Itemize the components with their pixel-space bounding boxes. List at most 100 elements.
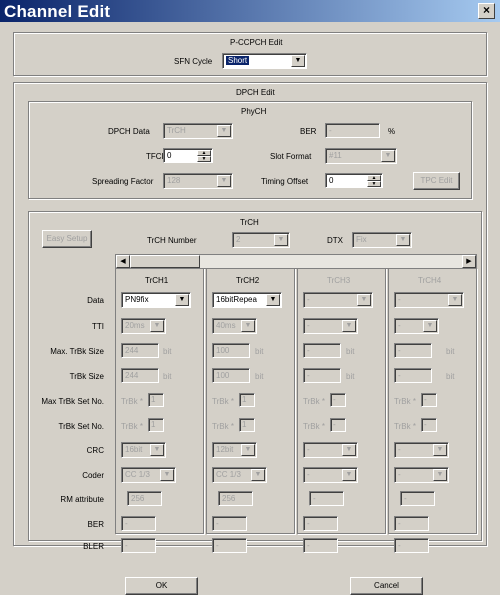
chevron-down-icon[interactable]: ▼ xyxy=(217,175,231,187)
trch1-rm-attribute[interactable]: 256 xyxy=(127,491,162,506)
trch1-coder-select[interactable]: CC 1/3 ▼ xyxy=(121,467,176,483)
chevron-down-icon[interactable]: ▼ xyxy=(342,469,356,481)
chevron-down-icon[interactable]: ▼ xyxy=(342,444,356,456)
cancel-button[interactable]: Cancel xyxy=(350,577,423,595)
sfn-cycle-label: SFN Cycle xyxy=(174,57,213,66)
trch2-max-set-prefix: TrBk * xyxy=(212,397,234,406)
scroll-thumb[interactable] xyxy=(130,255,200,268)
trch2-tti-select[interactable]: 40ms ▼ xyxy=(212,318,257,334)
chevron-down-icon[interactable]: ▼ xyxy=(423,320,437,332)
close-button[interactable]: × xyxy=(478,3,495,19)
trch1-trbk-set-no[interactable]: 1 xyxy=(148,418,164,432)
chevron-down-icon[interactable]: ▼ xyxy=(160,469,174,481)
trch-horizontal-scrollbar[interactable]: ◀ ▶ xyxy=(115,254,477,269)
ok-button[interactable]: OK xyxy=(125,577,198,595)
trch3-data-select[interactable]: - ▼ xyxy=(303,292,373,308)
dpch-title: DPCH Edit xyxy=(236,88,275,97)
trch3-trbk-set-no[interactable]: - xyxy=(330,418,346,432)
chevron-down-icon[interactable]: ▼ xyxy=(433,469,447,481)
spreading-factor-select[interactable]: 128 ▼ xyxy=(163,173,233,189)
trch4-trbk-set-no[interactable]: - xyxy=(421,418,437,432)
chevron-down-icon[interactable]: ▼ xyxy=(274,234,288,246)
chevron-down-icon[interactable]: ▼ xyxy=(266,294,280,306)
trch4-trbk-size-unit: bit xyxy=(446,372,455,381)
trch3-trbk-size[interactable]: - xyxy=(303,368,341,383)
timing-offset-spinner[interactable]: 0 ▲ ▼ xyxy=(325,173,383,188)
spin-down-icon[interactable]: ▼ xyxy=(197,156,211,162)
trch4-tti-select[interactable]: - ▼ xyxy=(394,318,439,334)
row-label-data: Data xyxy=(87,296,104,305)
trch4-max-trbk-size[interactable]: - xyxy=(394,343,432,358)
row-label-coder: Coder xyxy=(82,471,104,480)
sfn-cycle-select[interactable]: Short ▼ xyxy=(222,53,307,69)
trch2-bler[interactable]: - xyxy=(212,538,247,553)
dpch-data-select[interactable]: TrCH ▼ xyxy=(163,123,233,139)
spin-down-icon[interactable]: ▼ xyxy=(367,181,381,187)
trch3-bler[interactable]: - xyxy=(303,538,338,553)
trch2-crc-select[interactable]: 12bit ▼ xyxy=(212,442,257,458)
close-icon: × xyxy=(482,3,490,17)
chevron-down-icon[interactable]: ▼ xyxy=(448,294,462,306)
trch4-ber[interactable]: - xyxy=(394,516,429,531)
easy-setup-button[interactable]: Easy Setup xyxy=(42,230,92,248)
tfci-spinner[interactable]: 0 ▲ ▼ xyxy=(163,148,213,163)
chevron-down-icon[interactable]: ▼ xyxy=(217,125,231,137)
trch3-coder-select[interactable]: - ▼ xyxy=(303,467,358,483)
trch2-coder-select[interactable]: CC 1/3 ▼ xyxy=(212,467,267,483)
chevron-down-icon[interactable]: ▼ xyxy=(251,469,265,481)
trch1-trbk-size-unit: bit xyxy=(163,372,172,381)
chevron-down-icon[interactable]: ▼ xyxy=(241,320,255,332)
trch4-max-set-prefix: TrBk * xyxy=(394,397,416,406)
trch3-tti-select[interactable]: - ▼ xyxy=(303,318,358,334)
trch3-ber[interactable]: - xyxy=(303,516,338,531)
chevron-down-icon[interactable]: ▼ xyxy=(150,320,164,332)
tpc-edit-button[interactable]: TPC Edit xyxy=(413,172,460,190)
trch1-ber[interactable]: - xyxy=(121,516,156,531)
trch4-crc-select[interactable]: - ▼ xyxy=(394,442,449,458)
row-label-trbk-set-no: TrBk Set No. xyxy=(58,422,105,431)
trch2-trbk-size[interactable]: 100 xyxy=(212,368,250,383)
trch1-max-trbk-size[interactable]: 244 xyxy=(121,343,159,358)
dtx-select[interactable]: Fix ▼ xyxy=(352,232,412,248)
trch4-max-trbk-set-no[interactable]: - xyxy=(421,393,437,407)
trch-number-select[interactable]: 2 ▼ xyxy=(232,232,290,248)
trch2-trbk-set-no[interactable]: 1 xyxy=(239,418,255,432)
trch1-tti-select[interactable]: 20ms ▼ xyxy=(121,318,166,334)
slot-format-select[interactable]: #11 ▼ xyxy=(325,148,397,164)
trch4-rm-attribute[interactable]: - xyxy=(400,491,435,506)
ber-field[interactable]: - xyxy=(325,123,380,138)
trch2-max-trbk-size[interactable]: 100 xyxy=(212,343,250,358)
trch2-data-select[interactable]: 16bitRepea ▼ xyxy=(212,292,282,308)
chevron-down-icon[interactable]: ▼ xyxy=(150,444,164,456)
trch2-ber[interactable]: - xyxy=(212,516,247,531)
chevron-down-icon[interactable]: ▼ xyxy=(381,150,395,162)
chevron-down-icon[interactable]: ▼ xyxy=(342,320,356,332)
trch1-data-select[interactable]: PN9fix ▼ xyxy=(121,292,191,308)
trch3-rm-attribute[interactable]: - xyxy=(309,491,344,506)
trch4-trbk-size[interactable]: - xyxy=(394,368,432,383)
scroll-left-icon[interactable]: ◀ xyxy=(116,255,130,268)
trch1-header: TrCH1 xyxy=(145,276,169,285)
trch1-bler[interactable]: - xyxy=(121,538,156,553)
row-label-max-trbk-set-no: Max TrBk Set No. xyxy=(41,397,104,406)
trch1-crc-select[interactable]: 16bit ▼ xyxy=(121,442,166,458)
trch3-crc-select[interactable]: - ▼ xyxy=(303,442,358,458)
chevron-down-icon[interactable]: ▼ xyxy=(357,294,371,306)
timing-offset-label: Timing Offset xyxy=(261,177,309,186)
chevron-down-icon[interactable]: ▼ xyxy=(396,234,410,246)
trch1-trbk-size[interactable]: 244 xyxy=(121,368,159,383)
scroll-right-icon[interactable]: ▶ xyxy=(462,255,476,268)
trch2-max-trbk-set-no[interactable]: 1 xyxy=(239,393,255,407)
chevron-down-icon[interactable]: ▼ xyxy=(175,294,189,306)
chevron-down-icon[interactable]: ▼ xyxy=(291,55,305,67)
trch3-max-trbk-size[interactable]: - xyxy=(303,343,341,358)
trch4-bler[interactable]: - xyxy=(394,538,429,553)
trch1-max-trbk-set-no[interactable]: 1 xyxy=(148,393,164,407)
trch3-max-trbk-set-no[interactable]: - xyxy=(330,393,346,407)
trch4-data-select[interactable]: - ▼ xyxy=(394,292,464,308)
chevron-down-icon[interactable]: ▼ xyxy=(433,444,447,456)
trch2-rm-attribute[interactable]: 256 xyxy=(218,491,253,506)
trch4-coder-select[interactable]: - ▼ xyxy=(394,467,449,483)
trch4-set-prefix: TrBk * xyxy=(394,422,416,431)
chevron-down-icon[interactable]: ▼ xyxy=(241,444,255,456)
